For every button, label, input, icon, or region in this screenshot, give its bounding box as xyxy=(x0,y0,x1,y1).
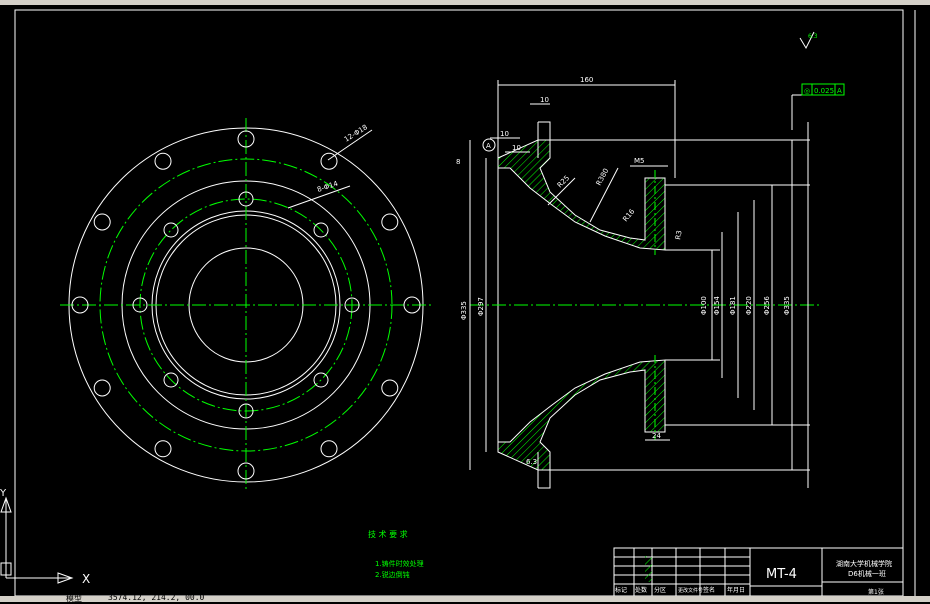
outer-bolt-hole xyxy=(93,379,111,397)
tolerance-datum: A xyxy=(837,87,842,95)
outer-bolt-hole xyxy=(154,152,172,170)
dim-r16: R16 xyxy=(621,207,636,223)
dim-r25: R25 xyxy=(556,174,571,189)
technical-requirements: 技 术 要 求 1.铸件时效处理 2.锐边倒钝 xyxy=(368,529,424,579)
tech-req-heading: 技 术 要 求 xyxy=(368,529,408,539)
section-view: 160 10 10 10 8 M5 24 R25 R380 R16 R3 6.3 xyxy=(456,31,845,489)
ucs-icon: X Y xyxy=(0,488,90,586)
dim-total-length: 160 xyxy=(580,76,593,84)
dim-hub-width: 24 xyxy=(652,432,661,440)
tolerance-value: 0.025 xyxy=(814,87,834,95)
sheet-number: 第1张 xyxy=(868,588,884,596)
outer-bolt-hole xyxy=(381,213,399,231)
tb-label-mark: 标记 xyxy=(615,586,627,594)
ucs-y-label: Y xyxy=(0,488,7,499)
tb-label-date: 年月日 xyxy=(727,586,745,594)
roughness-bottom: 6.3 xyxy=(526,458,537,466)
dim-d335b: Φ335 xyxy=(783,296,791,315)
tb-label-doc: 更改文件号 xyxy=(678,587,703,594)
outline-top xyxy=(538,121,810,141)
tb-label-count: 处数 xyxy=(635,586,647,594)
tolerance-symbol: ◎ xyxy=(804,87,810,95)
model-tab[interactable]: 模型 xyxy=(66,593,82,604)
dim-d220: Φ220 xyxy=(745,296,753,315)
outline-bottom xyxy=(538,469,810,489)
dim-d256: Φ256 xyxy=(763,296,771,315)
dim-r380: R380 xyxy=(595,167,611,187)
cad-drawing-canvas[interactable]: 12-Φ18 8-Φ14 160 10 10 10 8 M5 24 R25 R3… xyxy=(0,0,930,602)
dim-m5: M5 xyxy=(634,157,645,165)
general-roughness-value: 6.3 xyxy=(808,33,818,40)
dim-flange-thickness: 10 xyxy=(540,96,549,104)
outer-bolt-hole xyxy=(93,213,111,231)
dim-d154: Φ154 xyxy=(713,296,721,315)
dim-d100: Φ100 xyxy=(700,296,708,315)
outer-bolt-hole xyxy=(381,379,399,397)
outer-bolt-hole xyxy=(320,440,338,458)
school-name: 湖南大学机械学院 xyxy=(836,559,892,568)
dim-d335: Φ335 xyxy=(460,301,468,320)
tech-req-item-2: 2.锐边倒钝 xyxy=(375,570,410,579)
outer-bolt-hole xyxy=(154,440,172,458)
class-name: D6机械一班 xyxy=(848,569,886,578)
tb-label-zone: 分区 xyxy=(654,586,666,594)
dim-offset: 8 xyxy=(456,158,460,166)
title-block: 标记 处数 分区 更改文件号 签名 年月日 MT-4 湖南大学机械学院 D6机械… xyxy=(613,547,904,597)
dim-d181: Φ181 xyxy=(729,296,737,315)
label-inner-holes: 8-Φ14 xyxy=(316,180,339,194)
front-view: 12-Φ18 8-Φ14 xyxy=(60,118,432,492)
section-hatch-bottom xyxy=(497,359,666,471)
coordinate-readout: 3574.12, 214.2, 00.0 xyxy=(108,593,205,602)
drawing-number: MT-4 xyxy=(766,567,797,582)
dim-step-b: 10 xyxy=(512,144,521,152)
tb-label-sign: 签名 xyxy=(703,586,715,594)
dim-d297: Φ297 xyxy=(477,297,485,316)
dim-small-r: R3 xyxy=(674,230,683,241)
datum-a-label: A xyxy=(486,142,491,150)
ucs-x-label: X xyxy=(82,572,90,586)
inner-bolt-hole xyxy=(163,222,179,238)
dim-step-a: 10 xyxy=(500,130,509,138)
status-bar: 模型 3574.12, 214.2, 00.0 xyxy=(0,593,930,604)
tech-req-item-1: 1.铸件时效处理 xyxy=(375,559,424,568)
